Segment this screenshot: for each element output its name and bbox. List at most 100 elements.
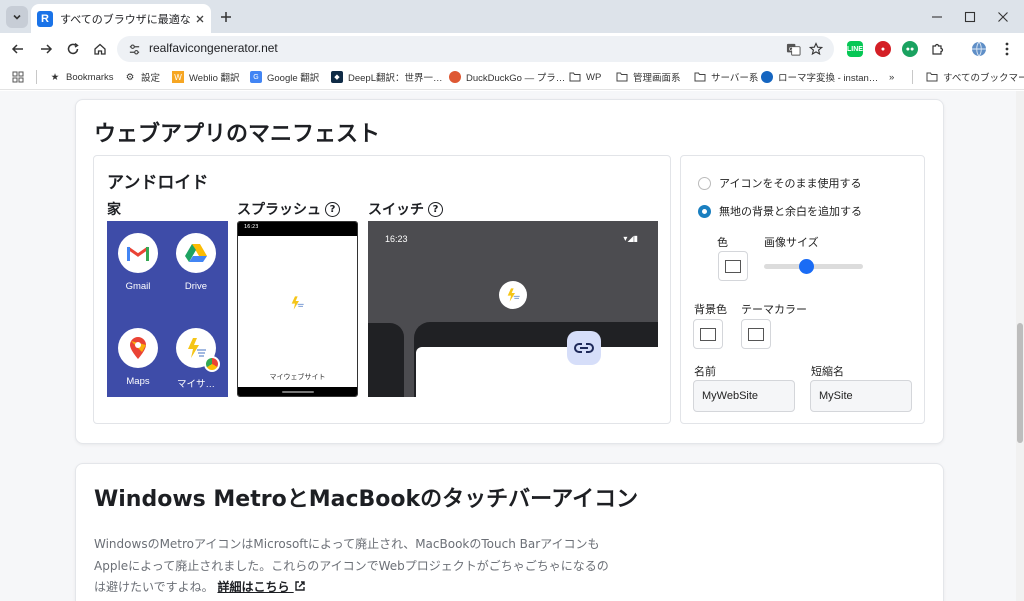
switch-label: スイッチ? <box>368 199 443 219</box>
globe-icon <box>972 41 986 57</box>
page-scrollbar[interactable] <box>1016 91 1024 601</box>
active-tab[interactable]: R すべてのブラウザに最適なアイコンを <box>31 4 211 33</box>
bg-color-label: 背景色 <box>694 303 727 316</box>
color-picker[interactable] <box>718 251 748 281</box>
close-window-button[interactable] <box>992 6 1014 28</box>
address-bar[interactable]: realfavicongenerator.net G <box>117 36 834 62</box>
forward-button[interactable] <box>34 37 58 61</box>
maximize-button[interactable] <box>959 6 981 28</box>
bookmark-folder[interactable]: 管理画面系 <box>616 69 681 85</box>
link-icon <box>567 331 601 365</box>
browser-toolbar: realfavicongenerator.net G LINE ● ●● <box>0 33 1024 64</box>
switch-time: 16:23 <box>385 234 408 244</box>
bookmark-item[interactable]: ローマ字変換 - instan… <box>761 69 878 85</box>
home-button[interactable] <box>88 37 112 61</box>
bookmarks-bar: ★ Bookmarks ⚙ 設定 W Weblio 翻訳 G Google 翻訳 ◆ De… <box>0 64 1024 90</box>
chevron-down-icon <box>13 14 21 20</box>
bookmark-item[interactable]: DuckDuckGo — プラ… <box>449 69 565 85</box>
more-bookmarks-button[interactable]: » <box>889 69 894 85</box>
theme-color-label: テーマカラー <box>741 303 807 316</box>
extensions-button[interactable] <box>925 37 949 61</box>
bookmark-item[interactable]: ★ Bookmarks <box>49 69 114 85</box>
switch-app-icon <box>499 281 527 309</box>
bookmark-item[interactable]: W Weblio 翻訳 <box>172 69 240 85</box>
menu-button[interactable] <box>995 37 1019 61</box>
theme-color-picker[interactable] <box>741 319 771 349</box>
arrow-right-icon <box>41 44 53 54</box>
splash-label: スプラッシュ? <box>237 199 340 219</box>
svg-text:G: G <box>788 46 792 52</box>
reload-icon <box>67 42 79 55</box>
home-preview: Gmail Drive Maps マイサ… <box>107 221 228 397</box>
folder-icon <box>569 71 581 83</box>
apps-grid-icon[interactable] <box>12 69 24 85</box>
slider-thumb[interactable] <box>799 259 814 274</box>
gmail-icon <box>118 233 158 273</box>
profile-avatar[interactable] <box>967 37 991 61</box>
radio-button-selected[interactable] <box>698 204 711 218</box>
chrome-badge-icon <box>204 356 220 372</box>
line-extension-icon[interactable]: LINE <box>847 41 863 57</box>
manifest-title: ウェブアプリのマニフェスト <box>94 122 381 147</box>
bookmark-star-icon[interactable] <box>807 40 825 58</box>
bookmark-item[interactable]: ◆ DeepL翻訳：世界一… <box>331 69 443 85</box>
duckduckgo-icon <box>449 71 461 83</box>
bg-color-picker[interactable] <box>693 319 723 349</box>
puzzle-icon <box>932 43 944 55</box>
star-icon: ★ <box>50 71 60 83</box>
bookmarks-separator <box>912 70 913 84</box>
color-swatch <box>748 327 764 341</box>
minimize-icon <box>932 16 942 18</box>
translate-icon[interactable]: G <box>784 40 802 58</box>
close-icon <box>196 15 204 22</box>
back-button[interactable] <box>6 37 30 61</box>
url-text: realfavicongenerator.net <box>149 41 278 55</box>
status-icons: ▾◢▮ <box>623 234 638 243</box>
splash-app-name: マイウェブサイト <box>269 373 326 381</box>
lightning-icon <box>289 295 305 315</box>
help-icon[interactable]: ? <box>325 201 340 217</box>
site-info-icon[interactable] <box>125 40 143 58</box>
name-label: 名前 <box>694 365 716 378</box>
new-tab-button[interactable] <box>216 7 236 27</box>
details-link[interactable]: 詳細はこちら <box>217 580 305 594</box>
plus-icon <box>221 12 231 22</box>
close-icon <box>998 12 1008 22</box>
switch-card-left <box>368 323 404 397</box>
weblio-icon: W <box>172 71 184 83</box>
short-name-input[interactable]: MySite <box>810 380 912 412</box>
reload-button[interactable] <box>61 37 85 61</box>
scroll-thumb[interactable] <box>1017 323 1023 443</box>
tab-strip: R すべてのブラウザに最適なアイコンを <box>0 0 1024 33</box>
bookmark-item[interactable]: ⚙ 設定 <box>124 69 160 85</box>
bookmark-folder[interactable]: WP <box>569 69 601 85</box>
folder-icon <box>694 71 706 83</box>
external-link-icon <box>294 581 305 591</box>
bookmark-item[interactable]: G Google 翻訳 <box>250 69 319 85</box>
option-use-as-is[interactable]: アイコンをそのまま使用する <box>698 175 861 191</box>
home-label: 家 <box>107 202 121 218</box>
name-input[interactable]: MyWebSite <box>693 380 795 412</box>
tab-close-button[interactable] <box>195 14 205 24</box>
help-icon[interactable]: ? <box>428 201 443 217</box>
image-size-slider[interactable] <box>764 259 863 274</box>
folder-icon <box>926 71 938 83</box>
minimize-button[interactable] <box>926 6 948 28</box>
tab-search-button[interactable] <box>6 6 28 28</box>
gear-icon: ⚙ <box>125 71 135 83</box>
app-icon-gmail: Gmail <box>113 233 163 292</box>
image-size-label: 画像サイズ <box>764 236 819 249</box>
android-title: アンドロイド <box>107 173 209 193</box>
chevron-double-right-icon: » <box>889 71 895 83</box>
color-swatch <box>725 259 741 273</box>
grammar-extension-icon[interactable]: ●● <box>902 41 918 57</box>
tab-title: すべてのブラウザに最適なアイコンを <box>60 12 190 26</box>
option-add-background[interactable]: 無地の背景と余白を追加する <box>698 203 862 219</box>
bookmarks-separator <box>36 70 37 84</box>
app-icon-maps: Maps <box>113 328 163 387</box>
all-bookmarks-folder[interactable]: すべてのブックマーク <box>926 69 1024 85</box>
radio-button[interactable] <box>698 176 711 190</box>
romaji-icon <box>761 71 773 83</box>
bookmark-folder[interactable]: サーバー系 <box>694 69 758 85</box>
lastpass-extension-icon[interactable]: ● <box>875 41 891 57</box>
